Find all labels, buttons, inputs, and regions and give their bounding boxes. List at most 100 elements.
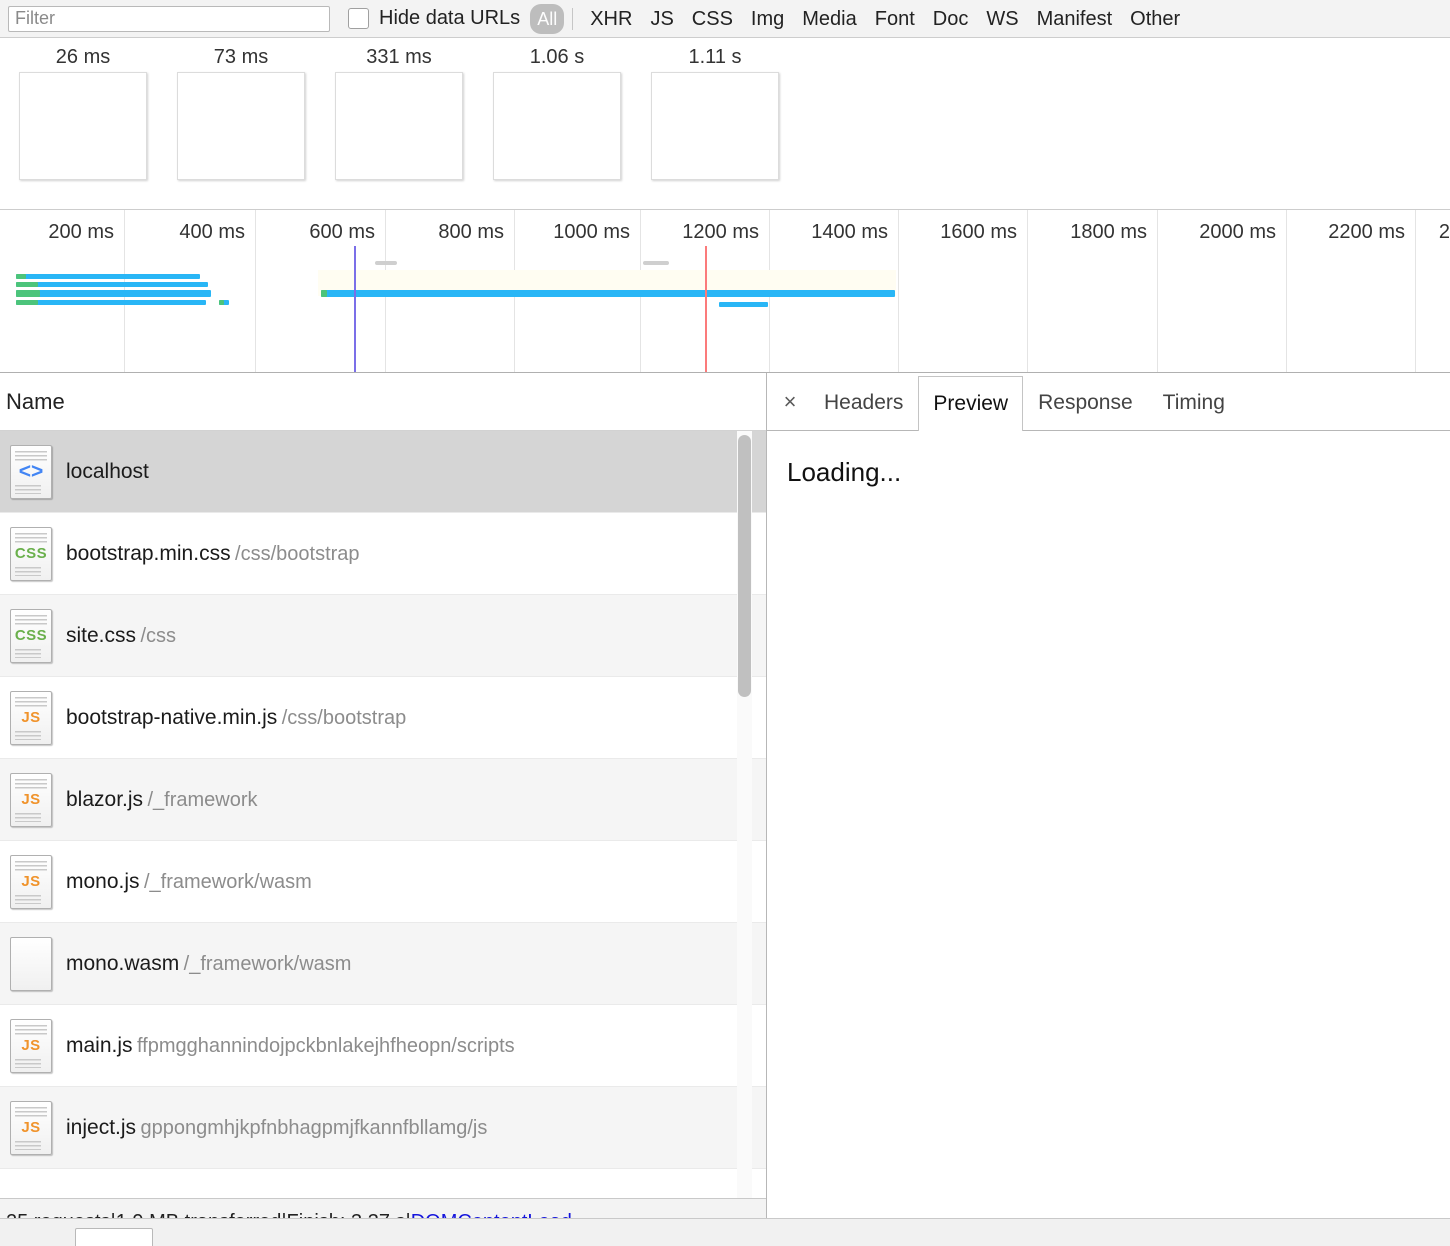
filmstrip-frame[interactable]: 1.06 s — [482, 42, 632, 180]
overview-tick: 1800 ms — [1070, 221, 1147, 243]
overview-tick: 2200 ms — [1328, 221, 1405, 243]
network-split-view: Name <> localhost CSS bootstrap.min.css … — [0, 373, 1450, 1246]
dom-content-loaded-marker — [354, 246, 356, 372]
filmstrip-frame-time: 73 ms — [213, 46, 269, 68]
tab-timing[interactable]: Timing — [1148, 376, 1240, 430]
overview-request-bar — [321, 290, 895, 297]
request-path: /_framework/wasm — [183, 952, 352, 975]
request-name: mono.wasm — [66, 951, 180, 975]
overview-tick: 1000 ms — [553, 221, 630, 243]
filmstrip-thumbnail[interactable] — [177, 72, 305, 180]
devtools-network-panel: Hide data URLs All XHR JS CSS Img Media … — [0, 0, 1450, 1246]
request-row-inject-js[interactable]: JS inject.js gppongmhjkpfnbhagpmjfkannfb… — [0, 1087, 766, 1169]
type-filter-all[interactable]: All — [530, 3, 565, 34]
request-name: localhost — [66, 459, 149, 483]
request-list-header: Name — [0, 373, 766, 431]
overview-request-bars — [0, 254, 1450, 307]
detail-tab-bar: × Headers Preview Response Timing — [767, 373, 1450, 431]
filmstrip-frame-time: 331 ms — [366, 46, 432, 68]
tab-preview[interactable]: Preview — [918, 376, 1024, 431]
js-file-icon: JS — [10, 1018, 52, 1073]
overview-tick: 600 ms — [309, 221, 375, 243]
type-filter-font[interactable]: Font — [866, 5, 924, 33]
filmstrip-thumbnail[interactable] — [335, 72, 463, 180]
filmstrip-thumbnail[interactable] — [493, 72, 621, 180]
request-name: inject.js — [66, 1115, 137, 1139]
overview-tick: 800 ms — [438, 221, 504, 243]
bottom-overflow-strip — [0, 1218, 1450, 1246]
js-file-icon: JS — [10, 854, 52, 909]
network-overview-timeline[interactable]: 200 ms 400 ms 600 ms 800 ms 1000 ms 1200… — [0, 210, 1450, 373]
overview-tick: 200 ms — [48, 221, 114, 243]
request-row-site-css[interactable]: CSS site.css /css — [0, 595, 766, 677]
network-filter-toolbar: Hide data URLs All XHR JS CSS Img Media … — [0, 0, 1450, 38]
request-row-mono-wasm[interactable]: mono.wasm /_framework/wasm — [0, 923, 766, 1005]
filmstrip-frame[interactable]: 331 ms — [324, 42, 474, 180]
type-filter-manifest[interactable]: Manifest — [1028, 5, 1122, 33]
request-list-scroll[interactable]: <> localhost CSS bootstrap.min.css /css/… — [0, 431, 766, 1198]
load-event-marker — [705, 246, 707, 372]
request-path: /css/bootstrap — [281, 706, 407, 729]
request-row-bootstrap-min-css[interactable]: CSS bootstrap.min.css /css/bootstrap — [0, 513, 766, 595]
request-row-bootstrap-native-min-js[interactable]: JS bootstrap-native.min.js /css/bootstra… — [0, 677, 766, 759]
overview-request-bar — [16, 300, 206, 305]
overview-tick: 1600 ms — [940, 221, 1017, 243]
overview-request-bar — [719, 302, 768, 307]
request-name: main.js — [66, 1033, 133, 1057]
type-filter-other[interactable]: Other — [1121, 5, 1189, 33]
tab-response[interactable]: Response — [1023, 376, 1148, 430]
filmstrip: 26 ms 73 ms 331 ms 1.06 s 1.11 s — [0, 38, 1450, 210]
type-filter-media[interactable]: Media — [793, 5, 865, 33]
type-filter-img[interactable]: Img — [742, 5, 793, 33]
type-filter-xhr[interactable]: XHR — [581, 5, 641, 33]
filmstrip-frame[interactable]: 26 ms — [8, 42, 158, 180]
filter-input[interactable] — [8, 5, 330, 32]
js-file-icon: JS — [10, 690, 52, 745]
overview-tick: 1200 ms — [682, 221, 759, 243]
type-filter-js[interactable]: JS — [641, 5, 682, 33]
request-row-localhost[interactable]: <> localhost — [0, 431, 766, 513]
filmstrip-frame-time: 1.11 s — [688, 46, 742, 68]
filmstrip-thumbnail[interactable] — [19, 72, 147, 180]
css-file-icon: CSS — [10, 608, 52, 663]
js-file-icon: JS — [10, 1100, 52, 1155]
hide-data-urls-control[interactable]: Hide data URLs — [348, 7, 520, 30]
column-header-name[interactable]: Name — [0, 389, 65, 415]
request-path: ffpmgghannindojpckbnlakejhfheopn/scripts — [136, 1034, 515, 1057]
document-html-icon: <> — [10, 444, 52, 499]
css-file-icon: CSS — [10, 526, 52, 581]
filmstrip-thumbnail[interactable] — [651, 72, 779, 180]
overview-tick: 1400 ms — [811, 221, 888, 243]
loading-text: Loading... — [787, 457, 902, 487]
request-path: /css — [140, 624, 177, 647]
request-row-blazor-js[interactable]: JS blazor.js /_framework — [0, 759, 766, 841]
type-filter-ws[interactable]: WS — [977, 5, 1027, 33]
blank-file-icon — [10, 936, 52, 991]
filmstrip-frame[interactable]: 73 ms — [166, 42, 316, 180]
filmstrip-frame-time: 1.06 s — [529, 46, 585, 68]
type-filter-doc[interactable]: Doc — [924, 5, 978, 33]
request-row-mono-js[interactable]: JS mono.js /_framework/wasm — [0, 841, 766, 923]
overview-tick: 2 — [1438, 221, 1450, 243]
filmstrip-frame[interactable]: 1.11 s — [640, 42, 790, 180]
request-path: /_framework — [147, 788, 258, 811]
request-list-pane: Name <> localhost CSS bootstrap.min.css … — [0, 373, 767, 1246]
overview-request-bar — [219, 300, 229, 305]
preview-content: Loading... — [767, 431, 1450, 1246]
js-file-icon: JS — [10, 772, 52, 827]
tab-headers[interactable]: Headers — [809, 376, 918, 430]
bottom-input-sliver[interactable] — [75, 1228, 153, 1246]
overview-tick: 2000 ms — [1199, 221, 1276, 243]
hide-data-urls-checkbox[interactable] — [348, 8, 369, 29]
request-name: bootstrap.min.css — [66, 541, 231, 565]
request-path: gppongmhjkpfnbhagpmjfkannfbllamg/js — [140, 1116, 488, 1139]
request-name: site.css — [66, 623, 137, 647]
filter-divider — [572, 7, 574, 30]
close-icon[interactable]: × — [771, 373, 809, 430]
scrollbar-thumb[interactable] — [738, 435, 751, 697]
request-row-main-js[interactable]: JS main.js ffpmgghannindojpckbnlakejhfhe… — [0, 1005, 766, 1087]
overview-request-bar — [16, 282, 208, 287]
overview-request-bar — [16, 274, 200, 279]
type-filter-css[interactable]: CSS — [683, 5, 742, 33]
request-list-scrollbar[interactable] — [737, 431, 752, 1198]
